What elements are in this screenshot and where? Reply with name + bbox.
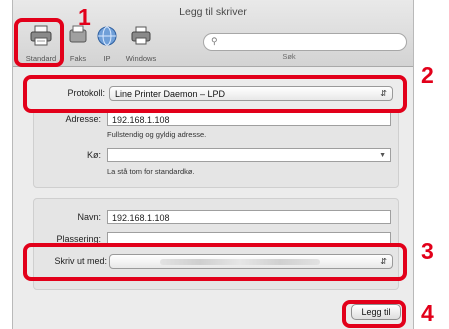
callout-number-3: 3 (421, 238, 434, 264)
name-field[interactable]: 192.168.1.108 (107, 210, 391, 224)
address-field[interactable]: 192.168.1.108 (107, 112, 391, 126)
window-title: Legg til skriver (179, 6, 247, 18)
address-label: Adresse: (65, 114, 101, 124)
printer-icon (130, 24, 152, 48)
callout-highlight-2 (23, 75, 407, 113)
callout-number-4: 4 (421, 300, 434, 326)
toolbar-ip-button[interactable]: IP (93, 24, 121, 63)
callout-highlight-3 (23, 243, 407, 281)
chevron-down-icon: ▼ (379, 152, 386, 159)
search-label: Søk (282, 52, 296, 61)
callout-number-1: 1 (78, 4, 91, 30)
toolbar-fax-label: Faks (69, 54, 87, 63)
toolbar-windows-label: Windows (125, 54, 157, 63)
globe-icon (96, 24, 118, 48)
callout-highlight-1 (14, 18, 64, 67)
queue-hint: La stå tom for standardkø. (107, 167, 195, 176)
search-input[interactable]: ⚲ (203, 33, 407, 51)
queue-field[interactable]: ▼ (107, 148, 391, 162)
search-icon: ⚲ (211, 36, 218, 46)
toolbar-windows-button[interactable]: Windows (121, 24, 161, 63)
toolbar: Legg til skriver Standard Faks IP Window… (13, 0, 413, 67)
callout-number-2: 2 (421, 62, 434, 88)
toolbar-ip-label: IP (103, 54, 111, 63)
queue-label: Kø: (86, 150, 101, 160)
callout-highlight-4 (342, 300, 406, 328)
name-label: Navn: (77, 212, 101, 222)
address-hint: Fullstendig og gyldig adresse. (107, 130, 207, 139)
